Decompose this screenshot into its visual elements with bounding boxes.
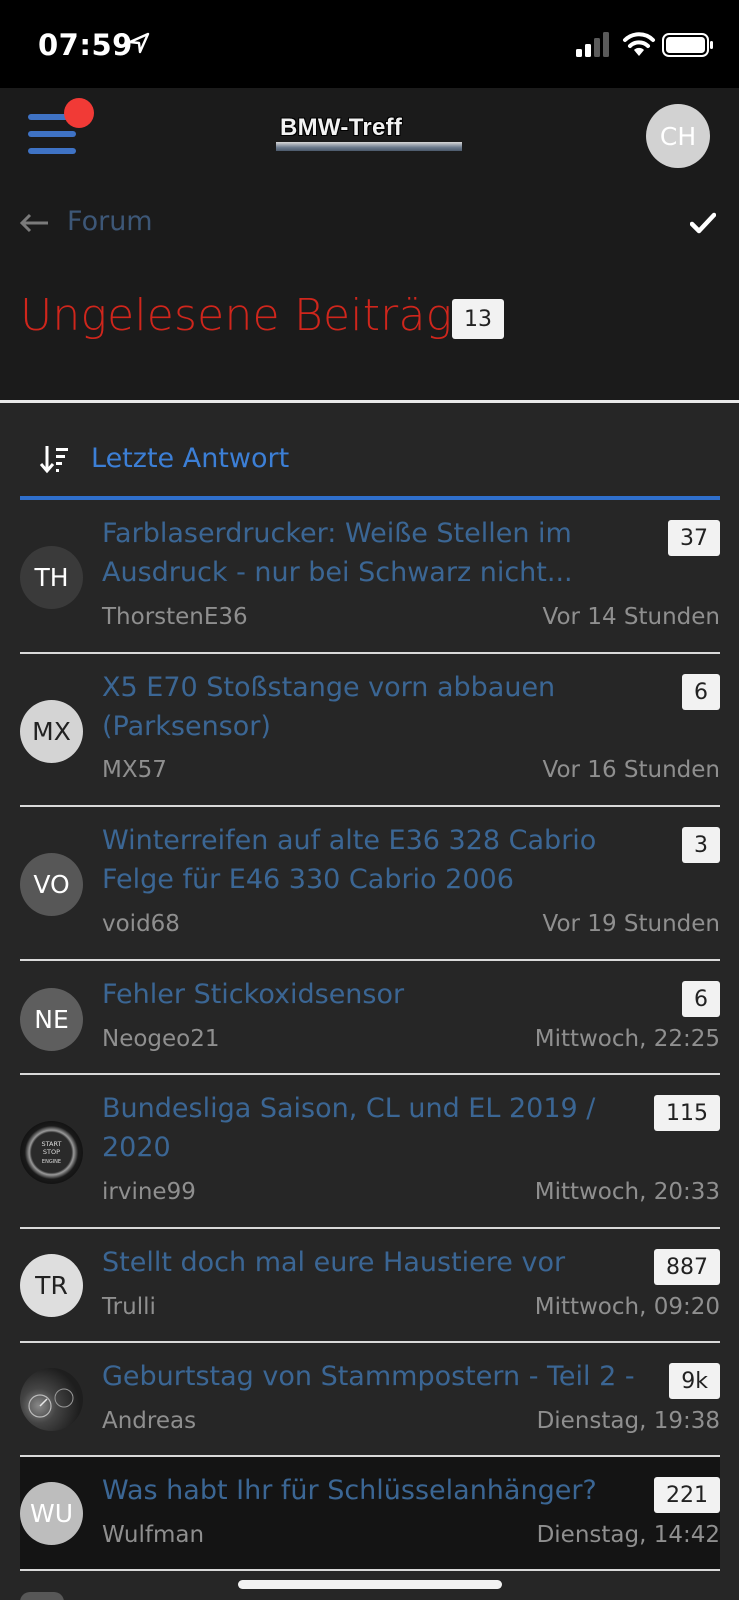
location-arrow-icon [128,32,150,54]
thread-row[interactable]: VO Winterreifen auf alte E36 328 Cabrio … [20,807,720,961]
thread-author[interactable]: Trulli [102,1294,156,1320]
avatar[interactable]: WU [20,1482,83,1545]
thread-row[interactable]: TR Stellt doch mal eure Haustiere vor 88… [20,1229,720,1343]
thread-title[interactable]: Farblaserdrucker: Weiße Stellen im Ausdr… [102,514,642,592]
user-avatar[interactable]: CH [646,104,710,168]
thread-title[interactable]: Fehler Stickoxidsensor [102,975,642,1014]
thread-time: Mittwoch, 22:25 [534,1026,720,1052]
page-title: Ungelesene Beiträge [20,290,480,341]
avatar[interactable]: VO [20,853,83,916]
start-stop-button-image: START STOP ENGINE [41,1140,61,1165]
thread-time: Mittwoch, 20:33 [534,1179,720,1205]
battery-icon [662,33,713,57]
notification-dot [64,98,94,128]
avatar[interactable]: NE [20,988,83,1051]
thread-author[interactable]: ThorstenE36 [102,604,248,630]
avatar-label: START [41,1140,61,1148]
logo-underline [276,142,462,151]
thread-row[interactable]: START STOP ENGINE Bundesliga Saison, CL … [20,1075,720,1229]
header-divider [0,400,739,403]
thread-author[interactable]: Andreas [102,1408,196,1434]
reply-count-badge: 115 [654,1095,720,1131]
thread-row[interactable]: NE Fehler Stickoxidsensor 6 Neogeo21 Mit… [20,961,720,1075]
logo-text: BMW-Treff [280,114,403,141]
thread-row[interactable]: Geburtstag von Stammpostern - Teil 2 - 9… [20,1343,720,1457]
thread-title[interactable]: Winterreifen auf alte E36 328 Cabrio Fel… [102,821,642,899]
start-stop-button-avatar[interactable]: START STOP ENGINE [20,1121,83,1184]
next-avatar-peek [20,1592,64,1600]
dashboard-photo-avatar[interactable] [20,1368,83,1431]
unread-count-badge: 13 [452,299,504,339]
thread-title[interactable]: Geburtstag von Stammpostern - Teil 2 - [102,1357,642,1396]
reply-count-badge: 221 [654,1477,720,1513]
reply-count-badge: 37 [668,520,720,556]
menu-icon-bar [28,148,76,154]
thread-time: Vor 14 Stunden [542,604,720,630]
reply-count-badge: 6 [682,674,720,710]
thread-row[interactable]: TH Farblaserdrucker: Weiße Stellen im Au… [20,500,720,654]
back-link[interactable]: Forum [67,206,153,237]
thread-time: Mittwoch, 09:20 [534,1294,720,1320]
avatar[interactable]: TR [20,1254,83,1317]
avatar[interactable]: TH [20,546,83,609]
sort-descending-icon[interactable] [40,444,70,474]
thread-title[interactable]: X5 E70 Stoßstange vorn abbauen (Parksens… [102,668,642,746]
checkmark-icon[interactable] [690,212,716,234]
back-arrow-icon[interactable] [20,212,50,234]
avatar-label: ENGINE [42,1159,61,1165]
thread-time: Dienstag, 14:42 [536,1522,720,1548]
site-logo[interactable]: BMW-Treff [276,114,464,154]
thread-title[interactable]: Stellt doch mal eure Haustiere vor [102,1243,642,1282]
reply-count-badge: 887 [654,1249,720,1285]
avatar[interactable]: MX [20,700,83,763]
menu-icon-bar [28,131,76,137]
reply-count-badge: 6 [682,981,720,1017]
thread-title[interactable]: Was habt Ihr für Schlüsselanhänger? [102,1471,642,1510]
thread-title[interactable]: Bundesliga Saison, CL und EL 2019 / 2020 [102,1089,642,1167]
dashboard-gauge-image [28,1388,74,1418]
thread-author[interactable]: Neogeo21 [102,1026,220,1052]
thread-time: Vor 16 Stunden [542,757,720,783]
status-bar: 07:59 [0,0,739,88]
status-time: 07:59 [38,28,133,62]
reply-count-badge: 9k [669,1363,720,1399]
thread-author[interactable]: irvine99 [102,1179,196,1205]
thread-time: Dienstag, 19:38 [536,1408,720,1434]
cellular-signal-icon [576,32,609,57]
thread-row[interactable]: MX X5 E70 Stoßstange vorn abbauen (Parks… [20,654,720,807]
reply-count-badge: 3 [682,827,720,863]
thread-author[interactable]: void68 [102,911,180,937]
thread-author[interactable]: MX57 [102,757,167,783]
thread-time: Vor 19 Stunden [542,911,720,937]
home-indicator[interactable] [238,1580,502,1589]
wifi-icon [623,32,655,56]
sort-label[interactable]: Letzte Antwort [91,443,289,474]
avatar-label: STOP [43,1148,60,1156]
thread-row[interactable]: WU Was habt Ihr für Schlüsselanhänger? 2… [20,1457,720,1571]
thread-author[interactable]: Wulfman [102,1522,204,1548]
thread-list: TH Farblaserdrucker: Weiße Stellen im Au… [20,500,720,1571]
